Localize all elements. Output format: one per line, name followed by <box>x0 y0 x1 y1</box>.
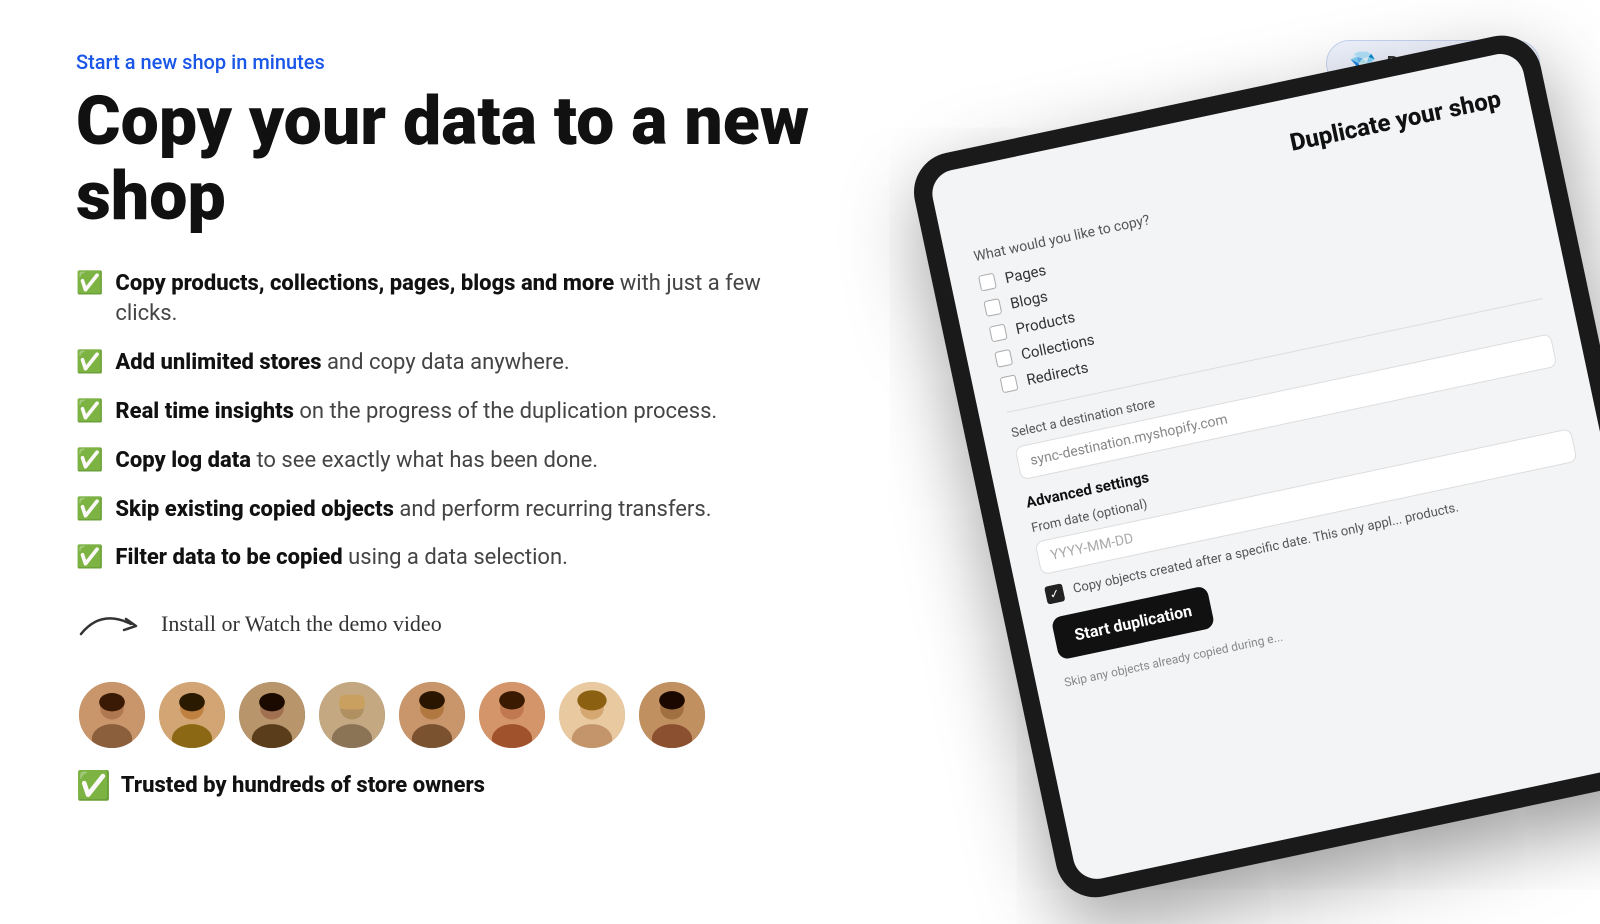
demo-text: Install or Watch the demo video <box>161 611 442 637</box>
checkbox-collections <box>994 349 1013 368</box>
checkbox-pages <box>978 273 997 292</box>
label-redirects: Redirects <box>1025 358 1090 389</box>
demo-section: Install or Watch the demo video <box>76 604 826 644</box>
check-icon-6: ✅ <box>76 543 103 574</box>
checkbox-blogs <box>983 298 1002 317</box>
checkbox-redirects <box>1000 374 1019 393</box>
trusted-row: ✅ Trusted by hundreds of store owners <box>76 769 826 802</box>
feature-text-3: Real time insights on the progress of th… <box>115 397 717 428</box>
label-blogs: Blogs <box>1009 287 1050 312</box>
label-products: Products <box>1014 308 1077 338</box>
feature-item-5: ✅ Skip existing copied objects and perfo… <box>76 495 826 526</box>
feature-text-4: Copy log data to see exactly what has be… <box>115 446 598 477</box>
avatar-2 <box>156 679 228 751</box>
feature-text-6: Filter data to be copied using a data se… <box>115 543 568 574</box>
avatar-1 <box>76 679 148 751</box>
check-icon-2: ✅ <box>76 348 103 379</box>
tagline: Start a new shop in minutes <box>76 50 826 74</box>
avatar-7 <box>556 679 628 751</box>
feature-text-1: Copy products, collections, pages, blogs… <box>115 269 826 331</box>
main-heading: Copy your data to a new shop <box>76 84 826 234</box>
feature-item-3: ✅ Real time insights on the progress of … <box>76 397 826 428</box>
avatar-3 <box>236 679 308 751</box>
feature-text-5: Skip existing copied objects and perform… <box>115 495 711 526</box>
avatar-6 <box>476 679 548 751</box>
check-icon-1: ✅ <box>76 269 103 300</box>
avatars-row <box>76 679 826 751</box>
feature-item-6: ✅ Filter data to be copied using a data … <box>76 543 826 574</box>
feature-item-4: ✅ Copy log data to see exactly what has … <box>76 446 826 477</box>
device-mockup: Duplicate your shop What would you like … <box>907 16 1600 924</box>
feature-item-1: ✅ Copy products, collections, pages, blo… <box>76 269 826 331</box>
avatar-4 <box>316 679 388 751</box>
features-list: ✅ Copy products, collections, pages, blo… <box>76 269 826 575</box>
device-screen: Duplicate your shop What would you like … <box>928 50 1600 884</box>
check-icon-5: ✅ <box>76 495 103 526</box>
device-outer: Duplicate your shop What would you like … <box>907 28 1600 904</box>
avatar-8 <box>636 679 708 751</box>
feature-item-2: ✅ Add unlimited stores and copy data any… <box>76 348 826 379</box>
checkbox-skip-checked: ✓ <box>1044 583 1065 604</box>
arrow-icon <box>76 604 146 644</box>
label-pages: Pages <box>1003 261 1048 287</box>
trusted-label: Trusted by hundreds of store owners <box>121 773 485 798</box>
avatar-5 <box>396 679 468 751</box>
check-icon-4: ✅ <box>76 446 103 477</box>
feature-text-2: Add unlimited stores and copy data anywh… <box>115 348 569 379</box>
checkbox-products <box>989 323 1008 342</box>
demo-label: Install or Watch the demo video <box>76 604 442 644</box>
trusted-badge-icon: ✅ <box>76 769 111 802</box>
left-panel: Start a new shop in minutes Copy your da… <box>76 50 826 802</box>
check-icon-3: ✅ <box>76 397 103 428</box>
